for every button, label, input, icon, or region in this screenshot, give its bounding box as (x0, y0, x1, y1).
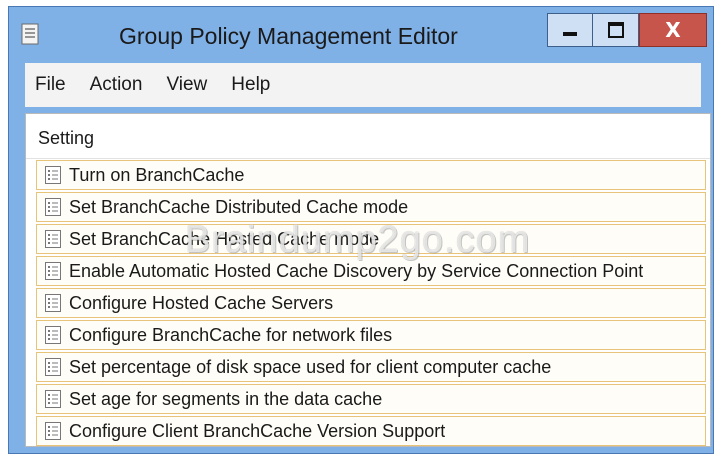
minimize-icon (563, 32, 577, 36)
menu-view[interactable]: View (166, 74, 207, 96)
settings-list-pane: Setting Turn on BranchCache Set BranchCa… (25, 113, 711, 447)
list-item-label: Configure Client BranchCache Version Sup… (69, 420, 446, 441)
menu-help[interactable]: Help (231, 74, 270, 96)
policy-setting-icon (45, 422, 61, 440)
title-bar[interactable]: Group Policy Management Editor X (9, 7, 713, 63)
window-title: Group Policy Management Editor (119, 23, 458, 49)
list-item-label: Enable Automatic Hosted Cache Discovery … (69, 260, 644, 281)
policy-setting-icon (45, 294, 61, 312)
policy-setting-icon (45, 230, 61, 248)
menu-file[interactable]: File (35, 74, 66, 96)
menu-bar: File Action View Help (25, 63, 701, 107)
list-item[interactable]: Enable Automatic Hosted Cache Discovery … (36, 256, 706, 286)
list-item-label: Turn on BranchCache (69, 164, 245, 185)
list-item[interactable]: Set BranchCache Distributed Cache mode (36, 192, 706, 222)
maximize-icon (607, 22, 624, 38)
policy-setting-icon (45, 390, 61, 408)
close-button[interactable]: X (639, 13, 707, 47)
header-divider (26, 158, 710, 159)
policy-setting-icon (45, 358, 61, 376)
list-item-label: Configure Hosted Cache Servers (69, 292, 334, 313)
list-item-label: Configure BranchCache for network files (69, 324, 393, 345)
policy-setting-icon (45, 326, 61, 344)
list-item[interactable]: Turn on BranchCache (36, 160, 706, 190)
close-icon: X (665, 18, 681, 42)
list-item[interactable]: Configure Hosted Cache Servers (36, 288, 706, 318)
minimize-button[interactable] (547, 13, 593, 47)
menu-action[interactable]: Action (90, 74, 143, 96)
list-item[interactable]: Set percentage of disk space used for cl… (36, 352, 706, 382)
list-item[interactable]: Set age for segments in the data cache (36, 384, 706, 414)
list-item-label: Set percentage of disk space used for cl… (69, 356, 552, 377)
policy-setting-icon (45, 166, 61, 184)
app-window: Group Policy Management Editor X File Ac… (8, 6, 714, 454)
policy-setting-icon (45, 198, 61, 216)
policy-setting-icon (45, 262, 61, 280)
column-header-setting[interactable]: Setting (38, 128, 94, 149)
document-icon (21, 23, 39, 45)
list-item[interactable]: Set BranchCache Hosted Cache mode (36, 224, 706, 254)
list-item-label: Set BranchCache Distributed Cache mode (69, 196, 409, 217)
settings-list: Turn on BranchCache Set BranchCache Dist… (36, 160, 706, 448)
list-item-label: Set BranchCache Hosted Cache mode (69, 228, 380, 249)
list-item-label: Set age for segments in the data cache (69, 388, 383, 409)
list-item[interactable]: Configure Client BranchCache Version Sup… (36, 416, 706, 446)
maximize-button[interactable] (593, 13, 639, 47)
list-item[interactable]: Configure BranchCache for network files (36, 320, 706, 350)
